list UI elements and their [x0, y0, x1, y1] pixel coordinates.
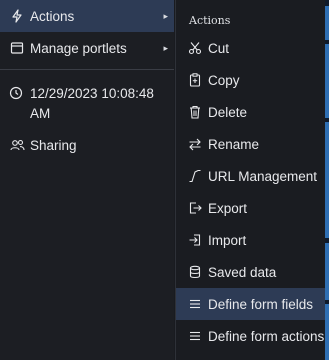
actions-submenu: Actions Cut Copy Delete Rename URL Manag…: [175, 0, 326, 360]
menu-item-import[interactable]: Import: [176, 224, 326, 256]
menu-item-export[interactable]: Export: [176, 192, 326, 224]
sharing-label: Sharing: [30, 137, 77, 153]
actions-label: Actions: [30, 8, 75, 24]
lightning-icon: [9, 8, 25, 24]
list-icon: [187, 328, 203, 344]
menu-item-url-management[interactable]: URL Management: [176, 160, 326, 192]
menu-item-label: URL Management: [208, 168, 318, 184]
menu-item-label: Cut: [208, 40, 230, 56]
menu-item-label: Define form actions: [208, 328, 325, 344]
menu-item-rename[interactable]: Rename: [176, 128, 326, 160]
sharing-item[interactable]: Sharing: [0, 130, 174, 160]
users-icon: [9, 137, 25, 153]
menu-item-delete[interactable]: Delete: [176, 96, 326, 128]
url-icon: [187, 168, 203, 184]
manage-portlets-item[interactable]: Manage portlets ▸: [0, 32, 174, 64]
copy-icon: [187, 72, 203, 88]
list-icon: [187, 296, 203, 312]
menu-item-copy[interactable]: Copy: [176, 64, 326, 96]
import-icon: [187, 232, 203, 248]
database-icon: [187, 264, 203, 280]
scissors-icon: [187, 40, 203, 56]
menu-item-cut[interactable]: Cut: [176, 32, 326, 64]
background-window-edge: [325, 0, 329, 360]
menu-item-label: Saved data: [208, 264, 277, 280]
menu-item-label: Rename: [208, 136, 260, 152]
rename-arrows-icon: [187, 136, 203, 152]
chevron-right-icon: ▸: [163, 10, 168, 21]
actions-menu-trigger[interactable]: Actions ▸: [0, 0, 174, 32]
menu-item-label: Export: [208, 200, 248, 216]
menu-item-define-form-actions[interactable]: Define form actions: [176, 320, 326, 352]
manage-portlets-label: Manage portlets: [30, 40, 127, 56]
divider: [0, 69, 174, 70]
submenu-heading: Actions: [189, 14, 231, 27]
menu-item-label: Define form fields: [208, 296, 314, 312]
menu-item-label: Copy: [208, 72, 240, 88]
export-icon: [187, 200, 203, 216]
menu-item-define-form-fields[interactable]: Define form fields: [176, 288, 326, 320]
left-panel: Actions ▸ Manage portlets ▸ 12/29/2023 1…: [0, 0, 174, 360]
trash-icon: [187, 104, 203, 120]
menu-item-label: Import: [208, 232, 247, 248]
window-icon: [9, 40, 25, 56]
last-modified-datetime: 12/29/2023 10:08:48 AM: [30, 86, 154, 121]
menu-item-label: Delete: [208, 104, 248, 120]
clock-icon: [9, 86, 25, 102]
menu-item-saved-data[interactable]: Saved data: [176, 256, 326, 288]
chevron-right-icon: ▸: [163, 42, 168, 53]
